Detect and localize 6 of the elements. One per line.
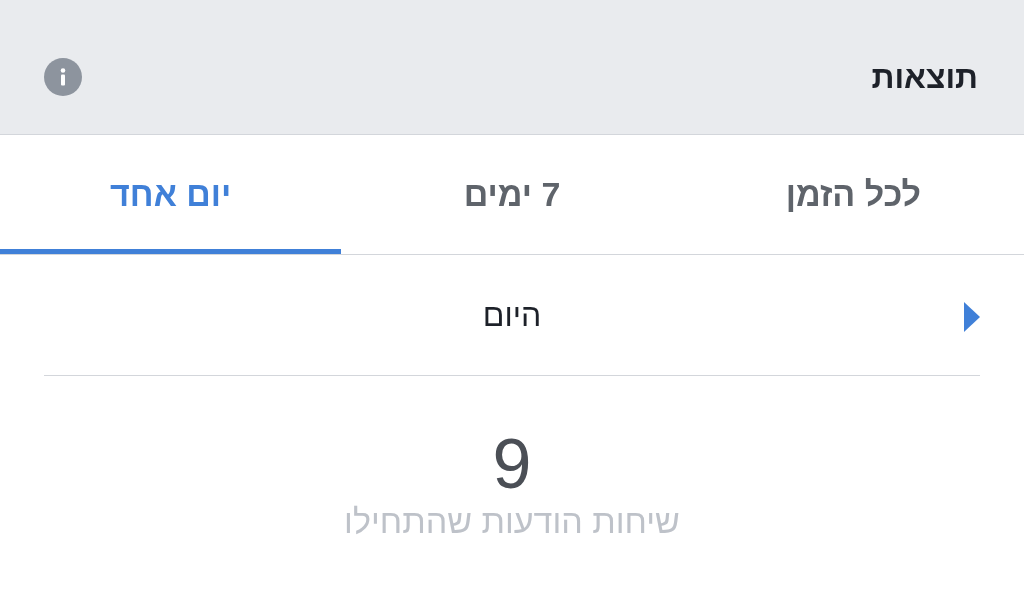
next-triangle-icon[interactable]: [964, 302, 980, 332]
info-icon[interactable]: [44, 58, 82, 96]
period-label: היום: [482, 296, 542, 334]
metric-value: 9: [492, 424, 532, 504]
metric-label: שיחות הודעות שהתחילו: [344, 501, 680, 542]
header-title: תוצאות: [871, 58, 978, 96]
